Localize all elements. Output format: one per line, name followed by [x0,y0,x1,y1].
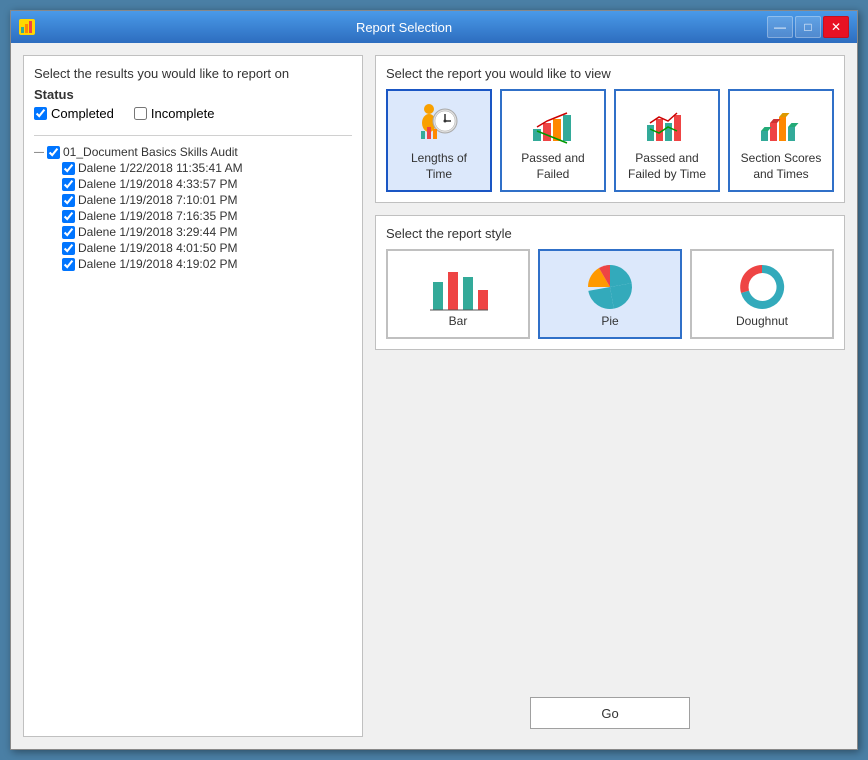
incomplete-label: Incomplete [151,106,215,121]
tree-child-label: Dalene 1/22/2018 11:35:41 AM [78,161,243,175]
section-icon [757,99,805,147]
tree-child-label: Dalene 1/19/2018 4:01:50 PM [78,241,237,255]
tree-child-item[interactable]: Dalene 1/19/2018 4:33:57 PM [62,176,352,192]
status-label: Status [34,87,352,102]
passed-label: Passed andFailed [521,151,584,182]
window-title: Report Selection [41,20,767,35]
right-panel: Select the report you would like to view [375,55,845,737]
bottom-area: Go [375,362,845,737]
lengths-icon [415,99,463,147]
report-card-lengths[interactable]: Lengths ofTime [386,89,492,192]
tree-child-item[interactable]: Dalene 1/19/2018 3:29:44 PM [62,224,352,240]
tree-children: Dalene 1/22/2018 11:35:41 AM Dalene 1/19… [62,160,352,272]
lengths-label: Lengths ofTime [411,151,467,182]
style-card-doughnut[interactable]: Doughnut [690,249,834,339]
tree-expand-icon[interactable]: — [34,147,44,158]
report-section-label: Select the report you would like to view [386,66,834,81]
completed-checkbox-item[interactable]: Completed [34,106,114,121]
pie-label: Pie [601,314,618,328]
tree-area: — 01_Document Basics Skills Audit Dalene… [34,144,352,726]
main-window: Report Selection — □ ✕ Select the result… [10,10,858,750]
incomplete-checkbox[interactable] [134,107,147,120]
close-button[interactable]: ✕ [823,16,849,38]
tree-child-item[interactable]: Dalene 1/19/2018 7:16:35 PM [62,208,352,224]
app-icon [19,19,35,35]
report-style-box: Select the report style [375,215,845,350]
tree-child-item[interactable]: Dalene 1/22/2018 11:35:41 AM [62,160,352,176]
tree-child-checkbox[interactable] [62,242,75,255]
bar-chart-icon [428,259,488,314]
completed-label: Completed [51,106,114,121]
tree-child-checkbox[interactable] [62,210,75,223]
incomplete-checkbox-item[interactable]: Incomplete [134,106,215,121]
tree-child-label: Dalene 1/19/2018 4:33:57 PM [78,177,237,191]
bar-label: Bar [449,314,468,328]
tree-child-checkbox[interactable] [62,178,75,191]
tree-child-checkbox[interactable] [62,162,75,175]
tree-root-checkbox[interactable] [47,146,60,159]
report-card-section[interactable]: Section Scoresand Times [728,89,834,192]
status-section: Status Completed Incomplete [34,87,352,121]
divider [34,135,352,136]
report-types-container: Lengths ofTime [386,89,834,192]
doughnut-chart-icon [732,259,792,314]
tree-child-item[interactable]: Dalene 1/19/2018 4:01:50 PM [62,240,352,256]
tree-child-label: Dalene 1/19/2018 4:19:02 PM [78,257,237,271]
section-label: Section Scoresand Times [741,151,822,182]
style-section-label: Select the report style [386,226,834,241]
completed-checkbox[interactable] [34,107,47,120]
passed-icon [529,99,577,147]
main-content: Select the results you would like to rep… [11,43,857,749]
tree-child-label: Dalene 1/19/2018 7:10:01 PM [78,193,237,207]
tree-root-label: 01_Document Basics Skills Audit [63,145,238,159]
tree-root-item[interactable]: — 01_Document Basics Skills Audit [34,144,352,160]
left-instructions: Select the results you would like to rep… [34,66,352,81]
report-card-passed[interactable]: Passed andFailed [500,89,606,192]
pie-chart-icon [580,259,640,314]
report-card-passedbytime[interactable]: Passed andFailed by Time [614,89,720,192]
go-button[interactable]: Go [530,697,690,729]
style-card-pie[interactable]: Pie [538,249,682,339]
tree-child-item[interactable]: Dalene 1/19/2018 4:19:02 PM [62,256,352,272]
tree-child-label: Dalene 1/19/2018 3:29:44 PM [78,225,237,239]
doughnut-label: Doughnut [736,314,788,328]
window-controls: — □ ✕ [767,16,849,38]
title-bar: Report Selection — □ ✕ [11,11,857,43]
passedbytime-icon [643,99,691,147]
style-card-bar[interactable]: Bar [386,249,530,339]
tree-child-item[interactable]: Dalene 1/19/2018 7:10:01 PM [62,192,352,208]
report-type-box: Select the report you would like to view [375,55,845,203]
passedbytime-label: Passed andFailed by Time [628,151,706,182]
tree-child-checkbox[interactable] [62,226,75,239]
minimize-button[interactable]: — [767,16,793,38]
tree-child-checkbox[interactable] [62,194,75,207]
tree-child-label: Dalene 1/19/2018 7:16:35 PM [78,209,237,223]
style-types-container: Bar [386,249,834,339]
tree-child-checkbox[interactable] [62,258,75,271]
left-panel: Select the results you would like to rep… [23,55,363,737]
checkbox-row: Completed Incomplete [34,106,352,121]
maximize-button[interactable]: □ [795,16,821,38]
